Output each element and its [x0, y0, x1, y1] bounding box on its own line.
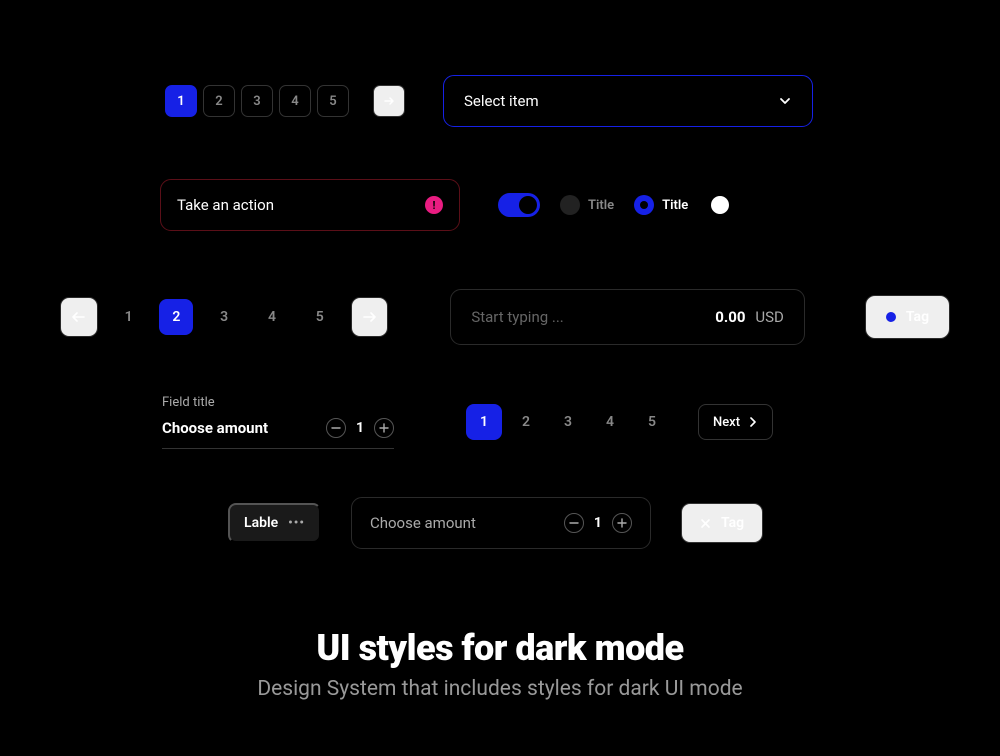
amount-input[interactable]: Start typing ... 0.00 USD [450, 289, 805, 345]
page-3[interactable]: 3 [207, 299, 241, 335]
stepper-plus[interactable] [612, 513, 632, 533]
page-5[interactable]: 5 [634, 404, 670, 440]
select-dropdown[interactable]: Select item [443, 75, 813, 127]
page-1[interactable]: 1 [165, 85, 197, 117]
field-stepper: Field title Choose amount 1 [162, 395, 394, 449]
radio-unchecked[interactable]: Title [560, 195, 614, 215]
page-3[interactable]: 3 [241, 85, 273, 117]
stepper-minus[interactable] [326, 418, 346, 438]
more-dots-icon: ••• [288, 516, 305, 531]
page-5[interactable]: 5 [303, 299, 337, 335]
dropdown-label: Select item [464, 92, 539, 110]
page-2[interactable]: 2 [203, 85, 235, 117]
page-4[interactable]: 4 [255, 299, 289, 335]
radio-label: Title [662, 198, 688, 213]
page-1[interactable]: 1 [112, 299, 146, 335]
stepper-value: 1 [356, 420, 364, 436]
page-3[interactable]: 3 [550, 404, 586, 440]
label-chip[interactable]: Lable ••• [228, 503, 321, 543]
action-input-error[interactable]: Take an action ! [160, 179, 460, 231]
page-subtitle: Design System that includes styles for d… [50, 677, 950, 701]
page-4[interactable]: 4 [592, 404, 628, 440]
field-label: Choose amount [162, 419, 268, 437]
stepper-minus[interactable] [564, 513, 584, 533]
page-next-arrow[interactable] [373, 85, 405, 117]
stepper-plus[interactable] [374, 418, 394, 438]
page-1[interactable]: 1 [466, 404, 502, 440]
stepper-value: 1 [594, 515, 602, 531]
toggle-off[interactable] [708, 193, 750, 217]
amount-placeholder: Choose amount [370, 514, 476, 532]
chevron-right-icon [748, 417, 758, 427]
pagination-small: 1 2 3 4 5 [165, 85, 405, 117]
tag-label: Tag [906, 309, 929, 325]
minus-icon [569, 518, 579, 528]
close-icon [700, 518, 711, 529]
arrow-left-icon [72, 310, 86, 324]
minus-icon [331, 423, 341, 433]
input-currency: USD [755, 308, 783, 326]
pagination-with-next: 1 2 3 4 5 Next [466, 404, 773, 440]
page-2[interactable]: 2 [159, 299, 193, 335]
next-button[interactable]: Next [698, 404, 773, 440]
next-label: Next [713, 415, 740, 430]
radio-circle-checked-icon [634, 195, 654, 215]
page-title: UI styles for dark mode [50, 627, 950, 669]
tag-chip[interactable]: Tag [865, 295, 950, 339]
input-placeholder: Start typing ... [471, 308, 563, 326]
page-5[interactable]: 5 [317, 85, 349, 117]
controls-group: Title Title [498, 193, 750, 217]
radio-checked[interactable]: Title [634, 195, 688, 215]
arrow-right-icon [383, 95, 395, 107]
action-input-text: Take an action [177, 196, 274, 214]
dot-icon [886, 312, 896, 322]
field-title: Field title [162, 395, 394, 410]
arrow-right-icon [362, 310, 376, 324]
plus-icon [617, 518, 627, 528]
input-amount: 0.00 [715, 308, 745, 326]
page-next-arrow[interactable] [351, 297, 389, 337]
page-4[interactable]: 4 [279, 85, 311, 117]
toggle-on[interactable] [498, 193, 540, 217]
tag-label: Tag [721, 515, 744, 531]
chevron-down-icon [778, 94, 792, 108]
page-2[interactable]: 2 [508, 404, 544, 440]
error-icon: ! [425, 196, 443, 214]
label-text: Lable [244, 515, 278, 531]
radio-circle-icon [560, 195, 580, 215]
radio-label: Title [588, 198, 614, 213]
plus-icon [379, 423, 389, 433]
amount-stepper-box[interactable]: Choose amount 1 [351, 497, 651, 549]
tag-close-chip[interactable]: Tag [681, 503, 763, 543]
page-prev-arrow[interactable] [60, 297, 98, 337]
